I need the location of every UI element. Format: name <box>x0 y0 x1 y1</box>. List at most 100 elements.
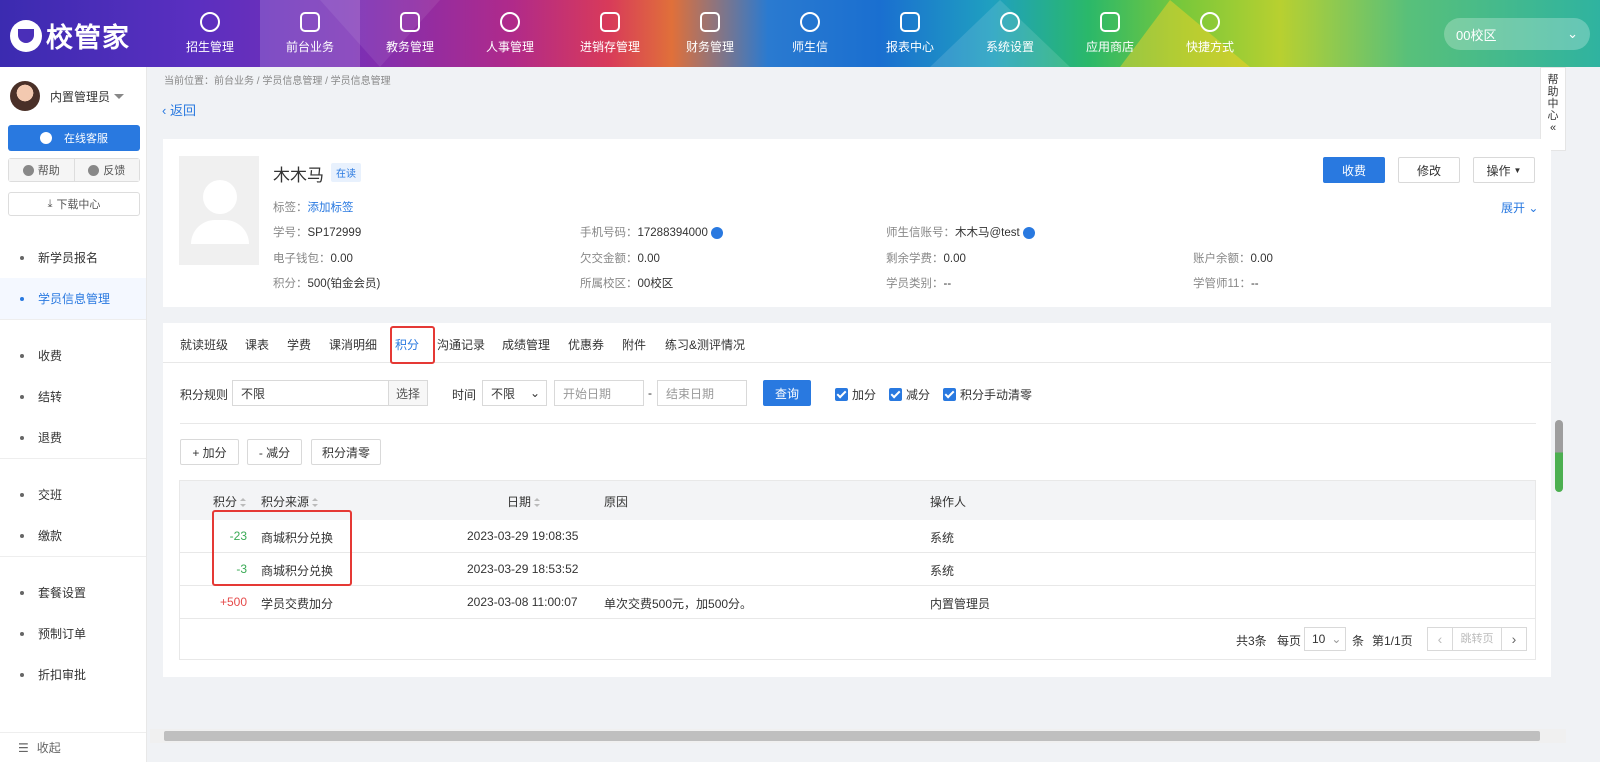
account-balance: 账户余额：0.00 <box>1193 253 1273 265</box>
choose-rule-button[interactable]: 选择 <box>388 380 428 406</box>
horizontal-scrollbar[interactable] <box>150 729 1566 743</box>
sidebar-item-carry-over[interactable]: 结转 <box>0 376 146 417</box>
nav-hr[interactable]: 人事管理 <box>460 0 560 67</box>
phone-icon[interactable] <box>710 226 723 239</box>
arrow-in-box-icon <box>600 12 620 32</box>
nav-label: 人事管理 <box>485 40 534 54</box>
nav-label: 应用商店 <box>1085 40 1134 54</box>
edit-button[interactable]: 修改 <box>1398 157 1460 183</box>
nav-label: 报表中心 <box>885 40 934 54</box>
sidebar-item-student-info[interactable]: 学员信息管理 <box>0 278 146 319</box>
sidebar-item-preorder[interactable]: 预制订单 <box>0 613 146 654</box>
nav-app-store[interactable]: 应用商店 <box>1060 0 1160 67</box>
collapse-label: 收起 <box>36 741 61 755</box>
table-row[interactable]: -23 商城积分兑换 2023-03-29 19:08:35 系统 <box>180 520 1535 553</box>
chevron-down-icon: ⌄ <box>529 386 540 400</box>
subtract-points-button[interactable]: - 减分 <box>247 439 302 465</box>
add-tag-link[interactable]: 添加标签 <box>308 202 354 214</box>
cell-source: 学员交费加分 <box>261 597 334 611</box>
sidebar-item-refund[interactable]: 退费 <box>0 417 146 458</box>
app-logo[interactable]: 校管家 <box>10 16 130 55</box>
status-badge: 在读 <box>331 163 361 182</box>
column-points[interactable]: 积分 <box>213 493 247 510</box>
column-source[interactable]: 积分来源 <box>261 493 319 510</box>
placeholder-body <box>191 220 249 244</box>
sidebar-item-shift-handover[interactable]: 交班 <box>0 474 146 515</box>
sidebar-item-new-student[interactable]: 新学员报名 <box>0 237 146 278</box>
help-center-label: 帮助中心 <box>1547 74 1559 122</box>
divider <box>0 458 146 474</box>
checkbox-subtract-points[interactable]: 减分 <box>889 386 930 403</box>
tab-consumption[interactable]: 课消明细 <box>329 336 377 353</box>
chevron-left-icon: ‹ <box>162 103 170 118</box>
checkbox-manual-clear[interactable]: 积分手动清零 <box>943 386 1032 403</box>
tab-practice[interactable]: 练习&测评情况 <box>665 336 745 353</box>
sidebar-item-payment[interactable]: 缴款 <box>0 515 146 556</box>
clear-points-button[interactable]: 积分清零 <box>311 439 381 465</box>
jump-page-input[interactable]: 跳转页 <box>1452 628 1502 650</box>
tab-classes[interactable]: 就读班级 <box>180 336 228 353</box>
divider <box>0 556 146 572</box>
user-plus-icon <box>200 12 220 32</box>
nav-settings[interactable]: 系统设置 <box>960 0 1060 67</box>
scrollbar-thumb[interactable] <box>164 731 1540 741</box>
operations-dropdown[interactable]: 操作 ▼ <box>1473 157 1535 183</box>
back-link[interactable]: ‹ 返回 <box>162 100 196 119</box>
question-icon <box>22 164 34 176</box>
nav-finance[interactable]: 财务管理 <box>660 0 760 67</box>
end-date-input[interactable]: 结束日期 <box>657 380 747 406</box>
comment-icon <box>88 164 100 176</box>
table-row[interactable]: +500 学员交费加分 2023-03-08 11:00:07 单次交费500元… <box>180 586 1535 619</box>
highlight-box-rows <box>212 510 352 586</box>
campus-selector[interactable]: 00校区 ⌄ <box>1444 18 1590 50</box>
column-date[interactable]: 日期 <box>507 493 541 510</box>
sidebar-item-package[interactable]: 套餐设置 <box>0 572 146 613</box>
help-button[interactable]: 帮助 <box>9 159 75 181</box>
sidebar-item-discount-approval[interactable]: 折扣审批 <box>0 654 146 695</box>
next-page-button[interactable]: › <box>1502 631 1526 647</box>
checkbox-add-points[interactable]: 加分 <box>835 386 876 403</box>
tab-grades[interactable]: 成绩管理 <box>502 336 550 353</box>
vertical-scrollbar[interactable] <box>1555 420 1563 492</box>
page-size-select[interactable]: 10 ⌄ <box>1304 627 1346 651</box>
collapse-sidebar-button[interactable]: ☰ 收起 <box>0 732 146 762</box>
tab-communication[interactable]: 沟通记录 <box>437 336 485 353</box>
nav-inventory[interactable]: 进销存管理 <box>560 0 660 67</box>
nav-messages[interactable]: 师生信 <box>760 0 860 67</box>
feedback-button[interactable]: 反馈 <box>74 159 139 181</box>
charge-button[interactable]: 收费 <box>1323 157 1385 183</box>
chevron-down-icon: ⌄ <box>1525 201 1539 215</box>
table-row[interactable]: -3 商城积分兑换 2023-03-29 18:53:52 系统 <box>180 553 1535 586</box>
nav-academic[interactable]: 教务管理 <box>360 0 460 67</box>
tab-schedule[interactable]: 课表 <box>245 336 269 353</box>
prev-page-button[interactable]: ‹ <box>1428 631 1452 647</box>
checkbox-checked-icon <box>835 388 848 401</box>
tab-attachments[interactable]: 附件 <box>622 336 646 353</box>
nav-shortcuts[interactable]: 快捷方式 <box>1160 0 1260 67</box>
expand-link[interactable]: 展开 ⌄ <box>1501 199 1538 216</box>
nav-admissions[interactable]: 招生管理 <box>160 0 260 67</box>
online-service-button[interactable]: 在线客服 <box>8 125 140 151</box>
cell-operator: 系统 <box>930 564 955 578</box>
avatar <box>10 81 40 111</box>
download-label: 下载中心 <box>56 199 101 211</box>
start-date-input[interactable]: 开始日期 <box>554 380 644 406</box>
tab-coupons[interactable]: 优惠券 <box>568 336 604 353</box>
cell-reason: 单次交费500元，加500分。 <box>604 597 753 611</box>
nav-label: 教务管理 <box>385 40 434 54</box>
add-points-button[interactable]: + 加分 <box>180 439 239 465</box>
highlight-box-tab <box>390 326 435 364</box>
tab-tuition[interactable]: 学费 <box>287 336 311 353</box>
nav-reports[interactable]: 报表中心 <box>860 0 960 67</box>
logo-icon <box>10 19 42 52</box>
query-button[interactable]: 查询 <box>763 380 811 406</box>
user-menu[interactable]: 内置管理员 <box>10 81 125 111</box>
user-name: 内置管理员 <box>50 89 111 104</box>
nav-front-desk[interactable]: 前台业务 <box>260 0 360 67</box>
top-navigation-bar: 校管家 招生管理 前台业务 教务管理 人事管理 进销存管理 财务管理 师生信 报… <box>0 0 1600 67</box>
download-center-button[interactable]: ⤓ 下载中心 <box>8 192 140 216</box>
points-rule-input[interactable]: 不限 <box>232 380 389 406</box>
sidebar-item-charge[interactable]: 收费 <box>0 335 146 376</box>
time-select[interactable]: 不限 ⌄ <box>482 380 547 406</box>
student-name: 木木马 <box>273 166 324 185</box>
